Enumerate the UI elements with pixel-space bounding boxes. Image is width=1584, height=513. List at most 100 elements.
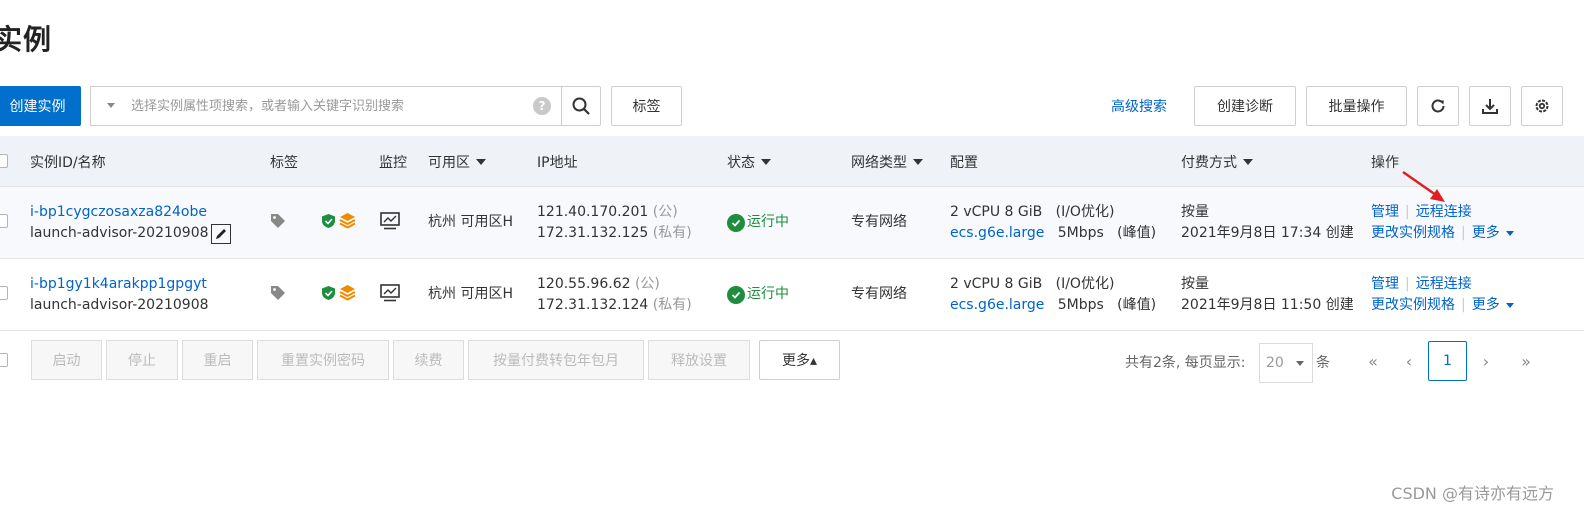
billing-cell: 按量 2021年9月8日 11:50 创建 bbox=[1181, 274, 1354, 316]
status-filter-caret-icon[interactable] bbox=[761, 159, 771, 165]
ip-cell: 121.40.170.201 (公) 172.31.132.125 (私有) bbox=[537, 202, 692, 244]
row-checkbox[interactable] bbox=[0, 286, 8, 300]
select-all-checkbox-bottom[interactable] bbox=[0, 353, 8, 367]
instance-spec-link[interactable]: ecs.g6e.large bbox=[950, 297, 1044, 313]
create-instance-label: 创建实例 bbox=[9, 99, 66, 115]
created-time: 2021年9月8日 17:34 创建 bbox=[1181, 225, 1354, 241]
monitor-icon[interactable] bbox=[380, 212, 400, 230]
config-cell: 2 vCPU 8 GiB (I/O优化) ecs.g6e.large 5Mbps… bbox=[950, 274, 1156, 316]
refresh-button[interactable] bbox=[1417, 86, 1459, 126]
remote-connect-link[interactable]: 远程连接 bbox=[1416, 276, 1472, 292]
running-check-icon bbox=[727, 213, 745, 232]
first-page-button[interactable]: « bbox=[1355, 342, 1391, 380]
restart-button[interactable]: 重启 bbox=[182, 340, 253, 380]
search-button[interactable] bbox=[561, 86, 601, 126]
config-cell: 2 vCPU 8 GiB (I/O优化) ecs.g6e.large 5Mbps… bbox=[950, 202, 1156, 244]
instance-spec-link[interactable]: ecs.g6e.large bbox=[950, 225, 1044, 241]
tag-icon[interactable] bbox=[270, 213, 286, 229]
annotation-arrow-icon bbox=[1402, 170, 1445, 202]
header-zone[interactable]: 可用区 bbox=[428, 152, 486, 172]
actions-cell: 管理 | 远程连接 更改实例规格 | 更多 bbox=[1371, 202, 1514, 244]
more-actions-dropdown[interactable]: 更多 bbox=[1472, 295, 1514, 316]
public-ip: 120.55.96.62 bbox=[537, 276, 631, 292]
batch-operation-button[interactable]: 批量操作 bbox=[1306, 86, 1407, 126]
header-billing[interactable]: 付费方式 bbox=[1181, 152, 1253, 172]
chevron-down-icon bbox=[1296, 361, 1304, 366]
edit-name-button[interactable] bbox=[210, 223, 231, 244]
storage-stack-icon[interactable] bbox=[339, 284, 356, 301]
help-icon[interactable]: ? bbox=[533, 97, 551, 115]
change-spec-link[interactable]: 更改实例规格 bbox=[1371, 225, 1455, 241]
tag-filter-label: 标签 bbox=[632, 99, 661, 115]
config-cpu: 2 vCPU 8 GiB bbox=[950, 276, 1043, 292]
download-button[interactable] bbox=[1469, 86, 1511, 126]
start-button[interactable]: 启动 bbox=[31, 340, 102, 380]
remote-connect-link[interactable]: 远程连接 bbox=[1416, 204, 1472, 220]
settings-icon bbox=[1535, 99, 1549, 113]
row-divider bbox=[0, 186, 1584, 187]
billing-type: 按量 bbox=[1181, 276, 1209, 292]
search-input[interactable] bbox=[129, 95, 519, 117]
settings-button[interactable] bbox=[1521, 86, 1563, 126]
header-instance-id: 实例ID/名称 bbox=[30, 155, 106, 171]
manage-link[interactable]: 管理 bbox=[1371, 276, 1399, 292]
row-checkbox[interactable] bbox=[0, 214, 8, 228]
header-actions: 操作 bbox=[1371, 155, 1399, 171]
convert-billing-button[interactable]: 按量付费转包年包月 bbox=[468, 340, 644, 380]
change-spec-link[interactable]: 更改实例规格 bbox=[1371, 297, 1455, 313]
status-text: 运行中 bbox=[747, 214, 789, 230]
security-shield-icon[interactable] bbox=[321, 213, 336, 229]
create-diagnosis-button[interactable]: 创建诊断 bbox=[1194, 86, 1296, 126]
next-page-button[interactable]: › bbox=[1468, 342, 1504, 380]
header-network[interactable]: 网络类型 bbox=[851, 152, 923, 172]
status-badge: 运行中 bbox=[727, 284, 789, 305]
instance-id-cell: i-bp1gy1k4arakpp1gpgyt launch-advisor-20… bbox=[30, 274, 209, 316]
config-io: (I/O优化) bbox=[1055, 276, 1115, 292]
page-size-select[interactable]: 20 bbox=[1259, 343, 1313, 383]
tag-filter-button[interactable]: 标签 bbox=[611, 86, 682, 126]
instance-id-link[interactable]: i-bp1cygczosaxza824obe bbox=[30, 202, 231, 223]
header-config: 配置 bbox=[950, 155, 978, 171]
header-status[interactable]: 状态 bbox=[727, 152, 771, 172]
zone-cell: 杭州 可用区H bbox=[428, 214, 513, 230]
security-shield-icon[interactable] bbox=[321, 285, 336, 301]
bandwidth: 5Mbps bbox=[1057, 225, 1104, 241]
instance-id-link[interactable]: i-bp1gy1k4arakpp1gpgyt bbox=[30, 274, 209, 295]
batch-operation-label: 批量操作 bbox=[1328, 99, 1385, 115]
created-time: 2021年9月8日 11:50 创建 bbox=[1181, 297, 1354, 313]
stop-button[interactable]: 停止 bbox=[106, 340, 178, 380]
row-divider bbox=[0, 330, 1584, 331]
storage-stack-icon[interactable] bbox=[339, 212, 356, 229]
pager-summary: 共有2条, 每页显示: bbox=[1125, 355, 1246, 371]
search-filter-caret-icon[interactable] bbox=[107, 103, 115, 108]
ip-cell: 120.55.96.62 (公) 172.31.132.124 (私有) bbox=[537, 274, 692, 316]
create-diagnosis-label: 创建诊断 bbox=[1217, 99, 1273, 115]
network-filter-caret-icon[interactable] bbox=[913, 159, 923, 165]
bandwidth: 5Mbps bbox=[1057, 297, 1104, 313]
advanced-search-link[interactable]: 高级搜索 bbox=[1111, 96, 1167, 116]
page-1-button[interactable]: 1 bbox=[1428, 341, 1467, 381]
zone-filter-caret-icon[interactable] bbox=[476, 159, 486, 165]
billing-type: 按量 bbox=[1181, 204, 1209, 220]
search-box[interactable]: ? bbox=[90, 86, 562, 126]
tag-icon[interactable] bbox=[270, 285, 286, 301]
manage-link[interactable]: 管理 bbox=[1371, 204, 1399, 220]
monitor-icon[interactable] bbox=[380, 284, 400, 302]
search-icon bbox=[572, 97, 590, 115]
prev-page-button[interactable]: ‹ bbox=[1391, 342, 1427, 380]
config-cpu: 2 vCPU 8 GiB bbox=[950, 204, 1043, 220]
select-all-checkbox[interactable] bbox=[0, 154, 8, 168]
last-page-button[interactable]: » bbox=[1508, 342, 1544, 380]
release-settings-button[interactable]: 释放设置 bbox=[648, 340, 750, 380]
watermark: CSDN @有诗亦有远方 bbox=[1391, 484, 1554, 503]
billing-filter-caret-icon[interactable] bbox=[1243, 159, 1253, 165]
public-ip: 121.40.170.201 bbox=[537, 204, 649, 220]
renew-button[interactable]: 续费 bbox=[393, 340, 464, 380]
private-ip: 172.31.132.124 bbox=[537, 297, 649, 313]
create-instance-button[interactable]: 创建实例 bbox=[0, 86, 81, 126]
more-batch-button[interactable]: 更多▴ bbox=[759, 340, 840, 380]
instance-name: launch-advisor-20210908 bbox=[30, 225, 209, 241]
more-actions-dropdown[interactable]: 更多 bbox=[1472, 223, 1514, 244]
header-tags: 标签 bbox=[270, 155, 298, 171]
reset-password-button[interactable]: 重置实例密码 bbox=[257, 340, 389, 380]
